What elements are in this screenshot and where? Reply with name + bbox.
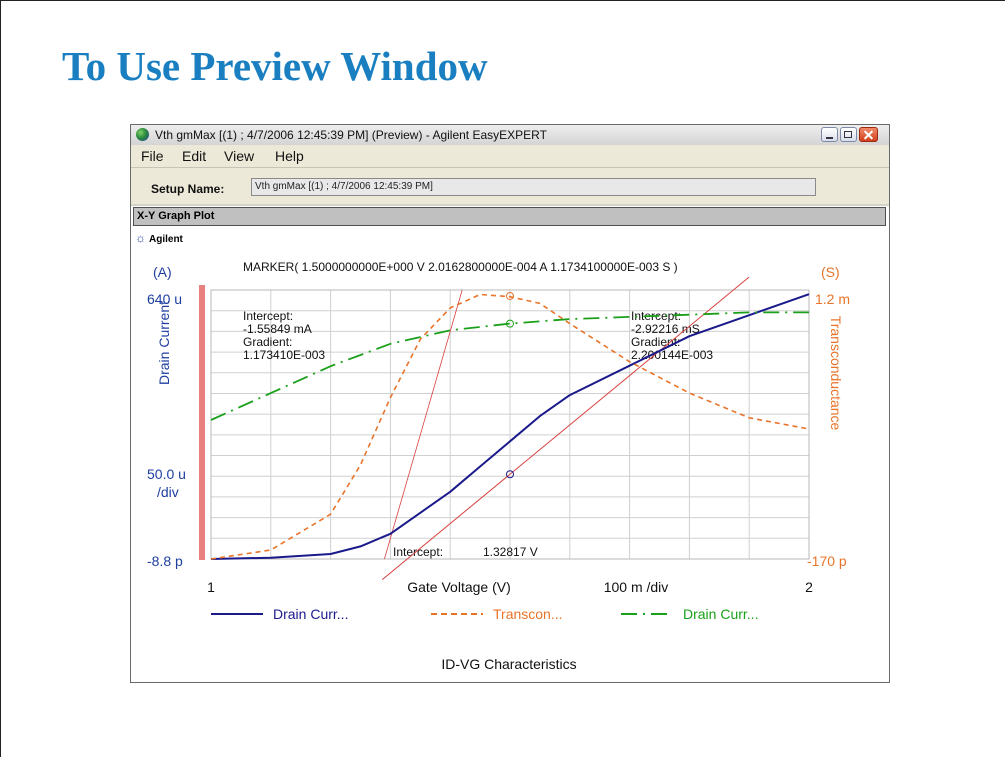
left-min-label: -8.8 p	[147, 553, 183, 569]
right-unit-label: (S)	[821, 264, 840, 280]
left-div-value: 50.0 u	[147, 466, 186, 482]
x-min-label: 1	[207, 579, 215, 595]
intercept-right-line3: Gradient:	[631, 335, 680, 349]
left-div-unit: /div	[157, 484, 179, 500]
right-max-label: 1.2 m	[815, 291, 850, 307]
right-min-label: -170 p	[807, 553, 847, 569]
intercept-left-line4: 1.173410E-003	[243, 348, 325, 362]
legend-label: Drain Curr...	[683, 606, 758, 622]
x-axis-title: Gate Voltage (V)	[407, 579, 511, 595]
xy-plot: MARKER( 1.5000000000E+000 V 2.0162800000…	[147, 260, 850, 672]
left-axis-bar	[199, 285, 205, 560]
preview-window: Vth gmMax [(1) ; 4/7/2006 12:45:39 PM] (…	[130, 124, 890, 683]
slide-border-left	[0, 0, 1, 757]
legend-label: Transcon...	[493, 606, 563, 622]
x-div-label: 100 m /div	[604, 579, 669, 595]
slide-border	[0, 0, 1005, 1]
x-intercept-label: Intercept:	[393, 545, 443, 559]
marker-readout: MARKER( 1.5000000000E+000 V 2.0162800000…	[243, 260, 678, 274]
intercept-left-line2: -1.55849 mA	[243, 322, 312, 336]
intercept-left-line1: Intercept:	[243, 309, 293, 323]
x-intercept-value: 1.32817 V	[483, 545, 538, 559]
intercept-left-line3: Gradient:	[243, 335, 292, 349]
tangent-line-drain	[381, 276, 750, 581]
plot-footer: ID-VG Characteristics	[441, 656, 576, 672]
left-axis-title: Drain Current	[156, 301, 172, 385]
right-axis-title: Transconductance	[828, 316, 844, 431]
legend: Drain Curr... Transcon... Drain Curr...	[211, 606, 758, 622]
legend-label: Drain Curr...	[273, 606, 348, 622]
slide-title: To Use Preview Window	[62, 43, 488, 89]
left-unit-label: (A)	[153, 264, 172, 280]
x-max-label: 2	[805, 579, 813, 595]
intercept-right-line2: -2.92216 mS	[631, 322, 700, 336]
